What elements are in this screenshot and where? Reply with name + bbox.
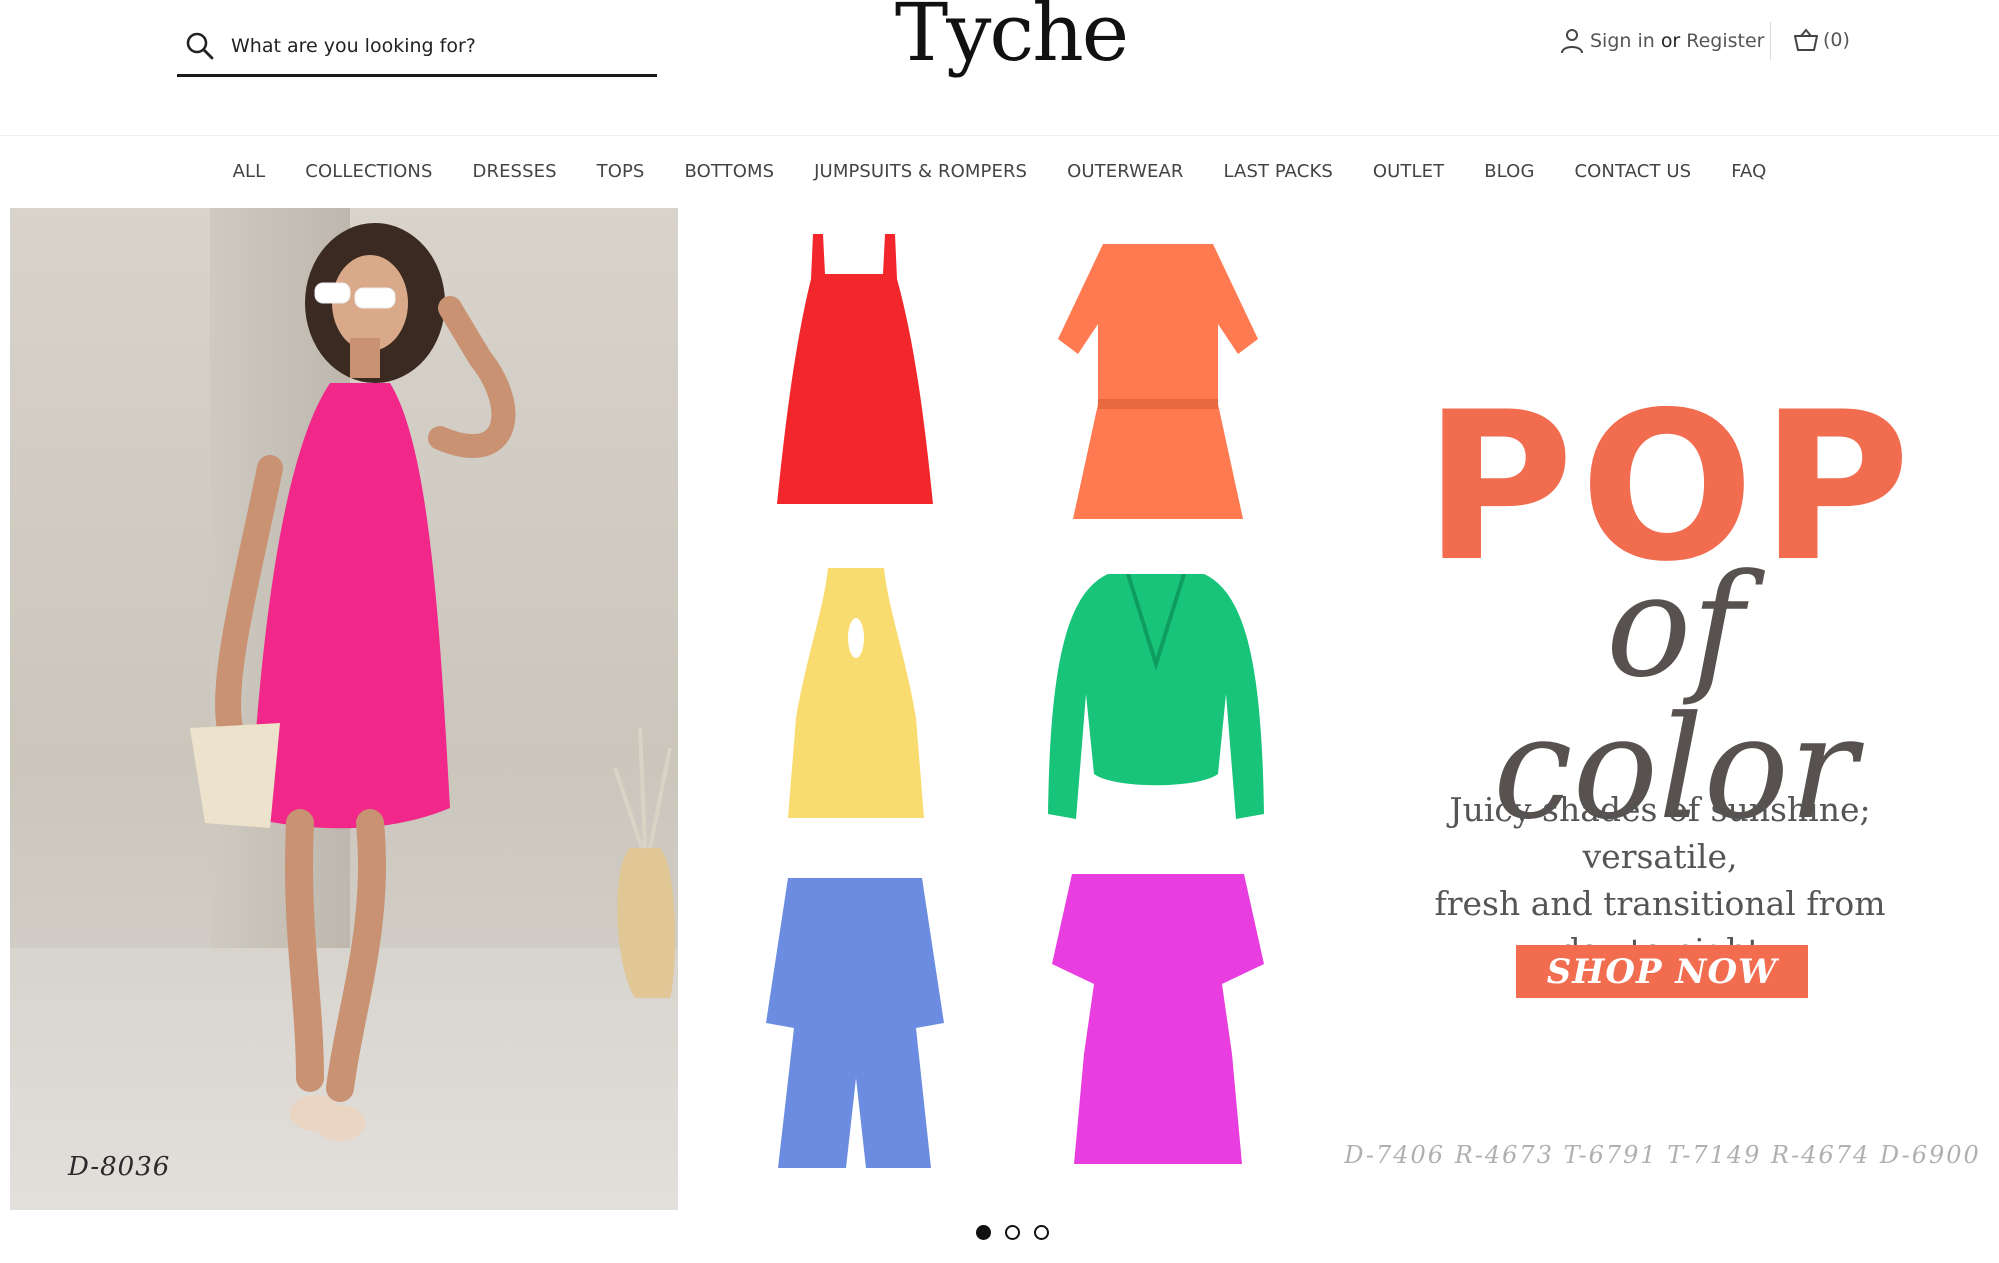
site-header: Tyche Sign in or Register (0) bbox=[0, 0, 1999, 136]
nav-item-last-packs[interactable]: LAST PACKS bbox=[1203, 161, 1352, 182]
model-photo: D-8036 bbox=[10, 208, 678, 1210]
nav-item-outlet[interactable]: OUTLET bbox=[1353, 161, 1464, 182]
pink-ruffle-romper-image bbox=[1052, 874, 1264, 1164]
nav-item-faq[interactable]: FAQ bbox=[1711, 161, 1786, 182]
yellow-halter-top-image bbox=[788, 568, 924, 818]
red-dress-image bbox=[777, 234, 933, 504]
nav-item-outerwear[interactable]: OUTERWEAR bbox=[1047, 161, 1203, 182]
cart-count: (0) bbox=[1823, 29, 1850, 51]
carousel-dot-2[interactable] bbox=[1005, 1225, 1020, 1240]
shop-now-button[interactable]: SHOP NOW bbox=[1516, 945, 1808, 998]
user-icon[interactable] bbox=[1560, 28, 1584, 54]
sign-in-link[interactable]: Sign in bbox=[1590, 30, 1655, 52]
register-link[interactable]: Register bbox=[1686, 30, 1764, 52]
model-figure bbox=[190, 223, 676, 1141]
cart-button[interactable]: (0) bbox=[1793, 28, 1850, 52]
nav-item-collections[interactable]: COLLECTIONS bbox=[285, 161, 452, 182]
nav-item-dresses[interactable]: DRESSES bbox=[453, 161, 577, 182]
basket-icon bbox=[1794, 28, 1818, 51]
carousel-dot-3[interactable] bbox=[1034, 1225, 1049, 1240]
or-label: or bbox=[1660, 30, 1681, 52]
tagline-line-2: fresh and transitional from bbox=[1434, 884, 1886, 923]
tagline-line-1: Juicy shades of sunshine; versatile, bbox=[1449, 790, 1871, 876]
main-nav: ALL COLLECTIONS DRESSES TOPS BOTTOMS JUM… bbox=[0, 136, 1999, 207]
photo-product-code: D-8036 bbox=[68, 1152, 171, 1182]
nav-item-blog[interactable]: BLOG bbox=[1464, 161, 1554, 182]
carousel-dots bbox=[976, 1225, 1049, 1240]
hero-banner[interactable]: D-8036 POP of color Juicy shades of suns… bbox=[0, 206, 1999, 1216]
header-divider bbox=[1770, 22, 1771, 60]
product-codes: D-7406 R-4673 T-6791 T-7149 R-4674 D-690… bbox=[1344, 1141, 1981, 1169]
nav-item-contact-us[interactable]: CONTACT US bbox=[1555, 161, 1712, 182]
nav-item-tops[interactable]: TOPS bbox=[577, 161, 665, 182]
nav-item-all[interactable]: ALL bbox=[213, 161, 286, 182]
nav-item-bottoms[interactable]: BOTTOMS bbox=[664, 161, 794, 182]
nav-item-jumpsuits-rompers[interactable]: JUMPSUITS & ROMPERS bbox=[794, 161, 1047, 182]
orange-romper-image bbox=[1058, 244, 1258, 519]
green-wrap-top-image bbox=[1048, 574, 1264, 819]
carousel-dot-1[interactable] bbox=[976, 1225, 991, 1240]
blue-strapless-romper-image bbox=[766, 878, 944, 1168]
account-links: Sign in or Register bbox=[1560, 28, 1764, 54]
